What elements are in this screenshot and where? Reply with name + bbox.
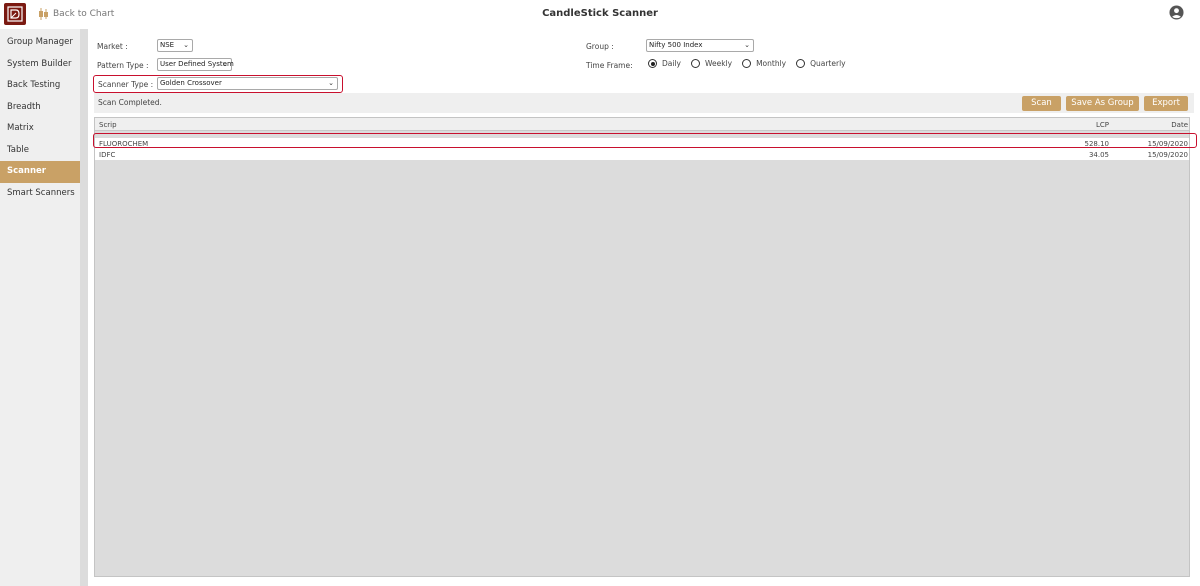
radio-quarterly[interactable]: Quarterly [796, 59, 846, 68]
sidebar-item-matrix[interactable]: Matrix [0, 118, 80, 140]
scanner-type-select[interactable]: Golden Crossover ⌄ [157, 77, 338, 90]
scanner-type-value: Golden Crossover [160, 79, 222, 87]
row-date: 15/09/2020 [1147, 151, 1188, 159]
table-header: Scrip LCP Date [95, 118, 1189, 131]
radio-circle[interactable] [742, 59, 752, 68]
radio-weekly-label: Weekly [704, 59, 733, 68]
table-row[interactable]: IDFC 34.05 15/09/2020 [95, 149, 1189, 160]
radio-circle[interactable] [648, 59, 657, 68]
scanner-form: Market : NSE ⌄ Pattern Type : User Defin… [88, 29, 1200, 121]
column-header-date[interactable]: Date [1171, 121, 1188, 129]
radio-circle[interactable] [690, 59, 700, 68]
radio-daily-label: Daily [662, 59, 681, 68]
radio-monthly-label: Monthly [756, 59, 787, 68]
chevron-down-icon: ⌄ [222, 60, 228, 68]
row-lcp: 34.05 [1088, 151, 1109, 159]
row-scrip: IDFC [99, 151, 116, 159]
radio-monthly[interactable]: Monthly [742, 59, 786, 68]
market-label: Market : [97, 42, 128, 51]
status-text: Scan Completed. [98, 98, 162, 107]
sidebar-item-group-manager[interactable]: Group Manager [0, 32, 80, 54]
radio-daily[interactable]: Daily [648, 59, 681, 68]
chevron-down-icon: ⌄ [328, 79, 334, 87]
save-as-group-button[interactable]: Save As Group [1066, 95, 1139, 111]
sidebar-item-back-testing[interactable]: Back Testing [0, 75, 80, 97]
column-header-scrip[interactable]: Scrip [99, 121, 117, 129]
sidebar: Group Manager System Builder Back Testin… [0, 29, 80, 586]
sidebar-item-smart-scanners[interactable]: Smart Scanners [0, 183, 80, 205]
group-label: Group : [586, 42, 614, 51]
group-value: Nifty 500 Index [649, 41, 703, 49]
sidebar-item-scanner[interactable]: Scanner [0, 161, 80, 183]
pattern-type-select[interactable]: User Defined System ⌄ [157, 58, 234, 71]
pattern-type-label: Pattern Type : [97, 61, 149, 70]
column-header-lcp[interactable]: LCP [1096, 121, 1109, 129]
time-frame-label: Time Frame: [586, 61, 633, 70]
market-value: NSE [160, 41, 175, 49]
top-bar: Back to Chart CandleStick Scanner [0, 0, 1200, 29]
user-account-icon[interactable] [1169, 5, 1184, 20]
radio-quarterly-label: Quarterly [810, 59, 846, 68]
market-select[interactable]: NSE ⌄ [157, 39, 193, 52]
page-title: CandleStick Scanner [542, 8, 658, 19]
status-bar: Scan Completed. Scan Save As Group Expor… [94, 93, 1194, 113]
scan-button[interactable]: Scan [1022, 95, 1061, 111]
export-button[interactable]: Export [1144, 95, 1188, 111]
chevron-down-icon: ⌄ [744, 41, 750, 49]
scanner-type-label: Scanner Type : [98, 80, 154, 89]
chevron-down-icon: ⌄ [183, 41, 189, 49]
group-select[interactable]: Nifty 500 Index ⌄ [646, 39, 754, 52]
sidebar-item-table[interactable]: Table [0, 140, 80, 162]
radio-circle[interactable] [796, 59, 806, 68]
results-table: Scrip LCP Date FLUOROCHEM 528.10 15/09/2… [94, 117, 1190, 577]
time-frame-radio-group: Daily Weekly Monthly Quarterly [648, 59, 856, 68]
row-date: 15/09/2020 [1147, 140, 1188, 148]
radio-weekly[interactable]: Weekly [690, 59, 733, 68]
table-row[interactable]: FLUOROCHEM 528.10 15/09/2020 [95, 138, 1189, 149]
sidebar-item-breadth[interactable]: Breadth [0, 97, 80, 119]
row-scrip: FLUOROCHEM [99, 140, 149, 148]
sidebar-item-system-builder[interactable]: System Builder [0, 54, 80, 76]
row-lcp: 528.10 [1084, 140, 1110, 148]
main-panel: Market : NSE ⌄ Pattern Type : User Defin… [88, 29, 1200, 586]
